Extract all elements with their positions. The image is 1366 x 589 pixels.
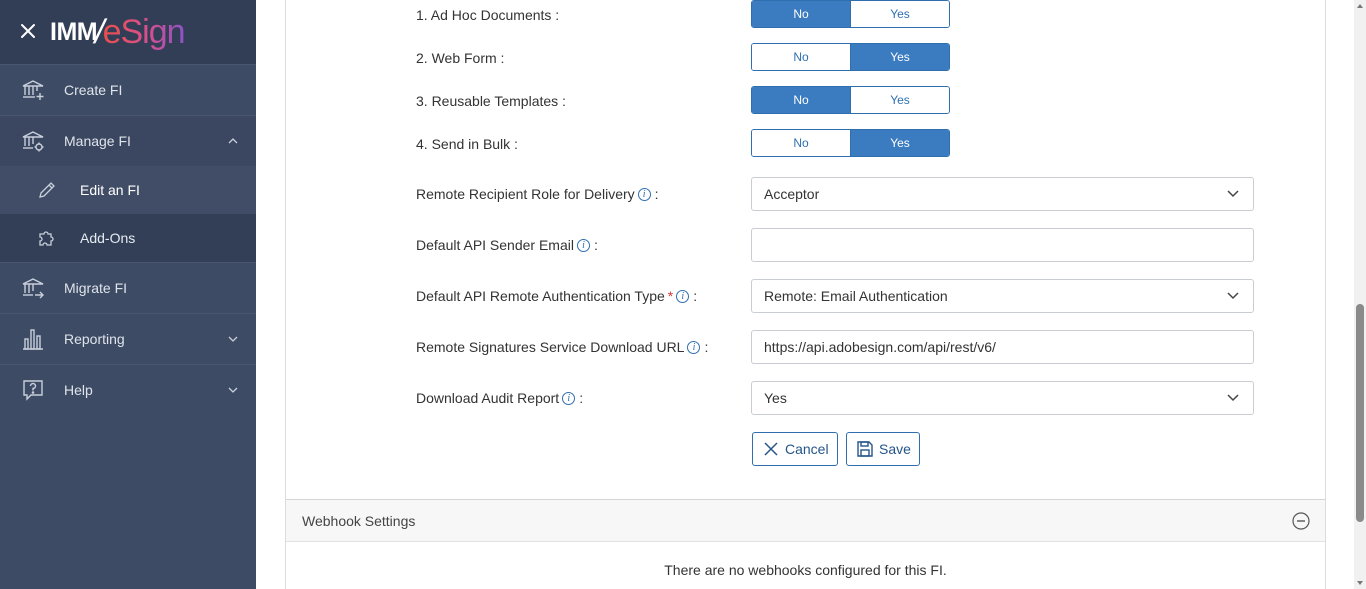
cancel-button[interactable]: Cancel xyxy=(752,432,838,466)
download-audit-report-select[interactable]: Yes xyxy=(751,381,1254,415)
remote-recipient-role-select[interactable]: Acceptor xyxy=(751,177,1254,211)
main-content: 1. Ad Hoc Documents : No Yes 2. Web Form… xyxy=(256,0,1354,589)
label-text: Default API Sender Email xyxy=(416,237,574,253)
chevron-up-icon xyxy=(228,138,238,144)
feature-label-web-form: 2. Web Form : xyxy=(416,50,505,66)
logo-imm-text: IMM xyxy=(50,17,98,46)
info-icon[interactable]: i xyxy=(687,340,701,354)
select-value: Acceptor xyxy=(764,186,820,202)
sidebar-item-label: Add-Ons xyxy=(80,230,136,246)
toggle-option-no[interactable]: No xyxy=(752,130,850,156)
sidebar: IMM / eSign Create FI Manage FI Edit an … xyxy=(0,0,256,589)
scroll-up-arrow[interactable] xyxy=(1357,4,1363,8)
toggle-option-no[interactable]: No xyxy=(752,87,850,113)
no-webhooks-message: There are no webhooks configured for thi… xyxy=(664,562,947,578)
label-text: Remote Signatures Service Download URL xyxy=(416,339,685,355)
select-value: Remote: Email Authentication xyxy=(764,288,948,304)
bank-plus-icon xyxy=(22,80,44,100)
chevron-down-icon xyxy=(1227,394,1239,402)
required-asterisk: * xyxy=(667,288,674,304)
sidebar-item-reporting[interactable]: Reporting xyxy=(0,313,256,364)
puzzle-icon xyxy=(39,231,54,246)
sidebar-header: IMM / eSign xyxy=(0,0,256,64)
sidebar-subitem-edit-fi[interactable]: Edit an FI xyxy=(0,166,256,214)
toggle-option-yes[interactable]: Yes xyxy=(850,44,949,70)
field-label-remote-signatures-download-url: Remote Signatures Service Download URL i… xyxy=(416,339,708,355)
toggle-option-no[interactable]: No xyxy=(752,1,850,27)
close-icon[interactable] xyxy=(19,22,37,40)
save-button[interactable]: Save xyxy=(846,432,920,466)
chevron-down-icon xyxy=(1227,292,1239,300)
close-icon xyxy=(764,442,778,456)
sidebar-subitem-add-ons[interactable]: Add-Ons xyxy=(0,214,256,262)
label-text: Default API Remote Authentication Type xyxy=(416,288,665,304)
feature-label-ad-hoc: 1. Ad Hoc Documents : xyxy=(416,7,560,23)
sidebar-item-label: Help xyxy=(64,382,93,398)
scroll-thumb[interactable] xyxy=(1356,304,1364,522)
sidebar-item-migrate-fi[interactable]: Migrate FI xyxy=(0,262,256,313)
label-text: Download Audit Report xyxy=(416,390,560,406)
toggle-ad-hoc-documents: No Yes xyxy=(751,0,950,28)
save-button-label: Save xyxy=(879,441,911,457)
page-scrollbar[interactable] xyxy=(1354,0,1366,589)
feature-label-send-in-bulk: 4. Send in Bulk : xyxy=(416,136,518,152)
label-text: Remote Recipient Role for Delivery xyxy=(416,186,635,202)
save-icon xyxy=(857,441,873,457)
sidebar-item-manage-fi[interactable]: Manage FI xyxy=(0,115,256,166)
sidebar-item-help[interactable]: Help xyxy=(0,364,256,415)
toggle-option-yes[interactable]: Yes xyxy=(850,130,949,156)
feature-label-reusable-templates: 3. Reusable Templates : xyxy=(416,93,566,109)
chevron-down-icon xyxy=(1227,190,1239,198)
toggle-option-no[interactable]: No xyxy=(752,44,850,70)
pencil-icon xyxy=(39,182,55,198)
field-label-default-api-sender-email: Default API Sender Email i : xyxy=(416,237,598,253)
info-icon[interactable]: i xyxy=(562,391,576,405)
webhook-settings-header[interactable]: Webhook Settings xyxy=(286,499,1325,542)
bank-arrow-icon xyxy=(22,278,44,299)
label-colon: : xyxy=(704,339,709,355)
field-label-remote-recipient-role: Remote Recipient Role for Delivery i : xyxy=(416,186,659,202)
sidebar-item-label: Manage FI xyxy=(64,133,131,149)
field-label-download-audit-report: Download Audit Report i : xyxy=(416,390,583,406)
question-bubble-icon xyxy=(23,380,43,401)
sidebar-item-label: Migrate FI xyxy=(64,280,128,296)
toggle-option-yes[interactable]: Yes xyxy=(850,87,949,113)
cancel-button-label: Cancel xyxy=(785,441,829,457)
toggle-reusable-templates: No Yes xyxy=(751,86,950,114)
section-title: Webhook Settings xyxy=(302,513,416,529)
remote-signatures-download-url-input[interactable]: https://api.adobesign.com/api/rest/v6/ xyxy=(751,330,1254,364)
field-label-default-api-remote-auth-type: Default API Remote Authentication Type *… xyxy=(416,288,697,304)
sidebar-item-label: Reporting xyxy=(64,331,125,347)
label-colon: : xyxy=(654,186,659,202)
sidebar-item-label: Edit an FI xyxy=(80,182,140,198)
logo-esign-text: eSign xyxy=(102,12,186,51)
info-icon[interactable]: i xyxy=(676,289,690,303)
sidebar-item-create-fi[interactable]: Create FI xyxy=(0,64,256,115)
label-colon: : xyxy=(693,288,698,304)
toggle-send-in-bulk: No Yes xyxy=(751,129,950,157)
toggle-web-form: No Yes xyxy=(751,43,950,71)
scroll-down-arrow[interactable] xyxy=(1357,581,1363,585)
default-api-remote-auth-type-select[interactable]: Remote: Email Authentication xyxy=(751,279,1254,313)
bar-chart-icon xyxy=(23,329,43,350)
fi-settings-card: 1. Ad Hoc Documents : No Yes 2. Web Form… xyxy=(285,0,1326,589)
info-icon[interactable]: i xyxy=(637,187,651,201)
toggle-option-yes[interactable]: Yes xyxy=(850,1,949,27)
sidebar-item-label: Create FI xyxy=(64,82,123,98)
bank-gear-icon xyxy=(22,131,44,152)
select-value: Yes xyxy=(764,390,787,406)
collapse-minus-icon[interactable] xyxy=(1292,512,1310,530)
default-api-sender-email-input[interactable] xyxy=(751,228,1254,262)
chevron-down-icon xyxy=(228,387,238,393)
info-icon[interactable]: i xyxy=(576,238,590,252)
chevron-down-icon xyxy=(228,336,238,342)
label-colon: : xyxy=(579,390,584,406)
app-logo[interactable]: IMM / eSign xyxy=(50,8,186,56)
input-value: https://api.adobesign.com/api/rest/v6/ xyxy=(764,339,996,355)
label-colon: : xyxy=(593,237,598,253)
